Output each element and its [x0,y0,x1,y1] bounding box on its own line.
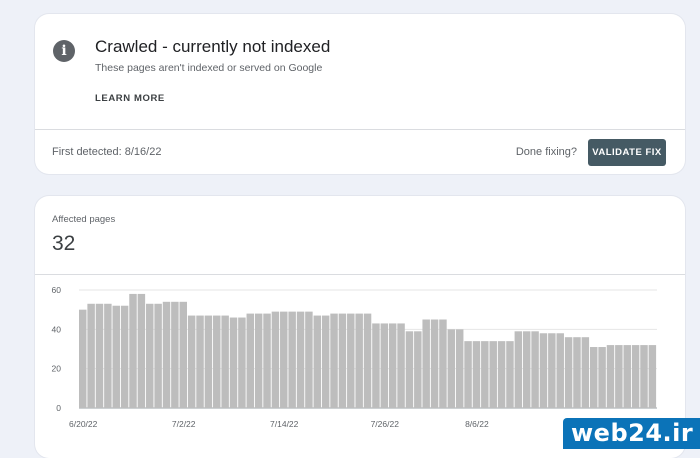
bar [104,303,112,408]
bar [598,347,606,408]
bar [221,315,229,408]
validate-fix-button[interactable]: VALIDATE FIX [588,139,666,166]
bar [640,345,648,408]
bar [623,345,631,408]
learn-more-link[interactable]: LEARN MORE [95,93,165,104]
bar [87,303,95,408]
bar [539,333,548,408]
bar [372,323,380,408]
affected-pages-count: 32 [52,232,76,255]
divider [35,129,685,130]
x-tick-label: 8/6/22 [465,419,489,429]
bar [238,317,246,408]
bar [338,313,347,408]
y-tick-label: 60 [52,285,62,295]
bar [531,331,539,408]
bar [388,323,397,408]
y-tick-label: 20 [52,364,62,374]
bar [556,333,564,408]
issue-card: i Crawled - currently not indexed These … [35,14,685,174]
issue-subtitle: These pages aren't indexed or served on … [95,62,323,74]
bar [204,315,213,408]
bar [355,313,363,408]
bar [606,345,615,408]
bar [648,345,657,408]
bar [455,329,464,408]
affected-pages-label: Affected pages [52,214,116,225]
bar [246,313,255,408]
bar [187,315,196,408]
bar [548,333,556,408]
watermark-logo: web24.ir [563,418,700,449]
bar [112,305,120,408]
bar [506,341,514,408]
bar [615,345,623,408]
x-tick-label: 7/14/22 [270,419,299,429]
watermark-text: web24.ir [571,419,694,447]
bar [79,309,87,408]
x-tick-label: 7/2/22 [172,419,196,429]
bar [321,315,330,408]
bar [564,337,573,408]
bar [229,317,238,408]
bar [271,311,280,408]
bar [447,329,456,408]
info-icon: i [53,40,75,62]
bar [522,331,531,408]
issue-title: Crawled - currently not indexed [95,37,331,56]
bar [154,303,162,408]
bar [363,313,372,408]
bar [129,293,137,408]
bar [414,331,422,408]
bar [95,303,104,408]
first-detected-text: First detected: 8/16/22 [52,146,162,158]
bar [380,323,389,408]
bar [422,319,430,408]
x-tick-label: 6/20/22 [69,419,98,429]
bar [589,347,598,408]
bar [581,337,590,408]
bar [146,303,154,408]
bar [481,341,489,408]
y-tick-label: 0 [56,403,61,413]
bar [514,331,523,408]
bar [347,313,355,408]
bar [405,331,414,408]
y-tick-label: 40 [52,324,62,334]
bar [489,341,497,408]
divider [35,274,685,275]
bar [631,345,640,408]
bar [296,311,305,408]
bar [573,337,581,408]
bar [330,313,338,408]
bar [472,341,481,408]
bar [280,311,288,408]
bar [313,315,322,408]
bar [213,315,221,408]
bar [439,319,447,408]
bar [263,313,271,408]
bar [288,311,296,408]
bar [464,341,472,408]
affected-pages-chart: 0 20 40 60 6/20/22 7/2/22 7/14/22 7/26/22 8/6/22… [52,285,685,429]
bar [120,305,129,408]
bar [171,301,179,408]
bar [196,315,204,408]
done-fixing-text: Done fixing? [515,146,577,158]
bar [179,301,187,408]
bar [397,323,405,408]
bar [305,311,313,408]
bar [162,301,171,408]
bar [254,313,263,408]
bar [497,341,506,408]
bar [137,293,146,408]
x-tick-label: 7/26/22 [371,419,400,429]
bar [430,319,439,408]
